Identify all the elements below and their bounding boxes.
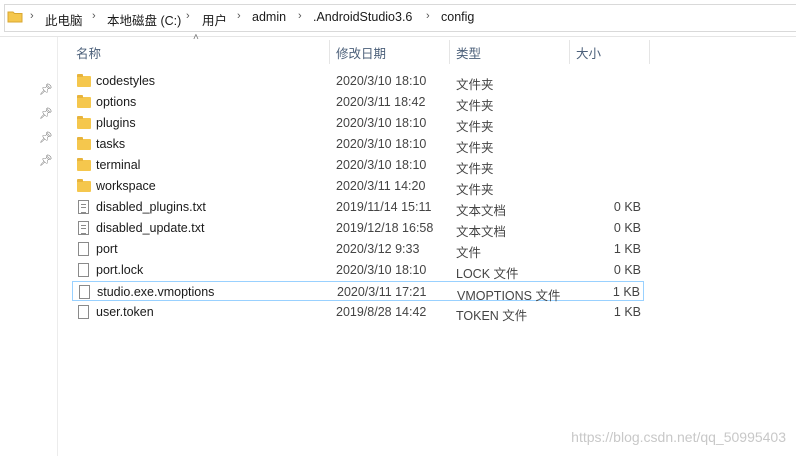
file-name: plugins (96, 116, 136, 130)
column-divider[interactable] (649, 40, 650, 64)
file-name: workspace (96, 179, 156, 193)
column-header-name[interactable]: 名称 (76, 43, 101, 62)
chevron-right-icon[interactable]: › (426, 10, 430, 22)
column-divider[interactable] (569, 40, 570, 64)
file-name: port.lock (96, 263, 144, 277)
file-name: user.token (96, 305, 154, 319)
file-type: 文件 (456, 246, 482, 260)
text-file-icon (77, 221, 91, 236)
file-row-user-token[interactable]: user.token 2019/8/28 14:42 TOKEN 文件 1 KB (72, 302, 644, 323)
file-size: 1 KB (613, 242, 641, 256)
file-date: 2020/3/10 18:10 (336, 158, 427, 172)
file-date: 2020/3/10 18:10 (336, 74, 427, 88)
pin-icon[interactable]: 📌︎ (39, 154, 53, 167)
file-type: 文件夹 (456, 162, 494, 176)
column-header-date[interactable]: 修改日期 (336, 43, 386, 62)
file-size: 0 KB (613, 221, 641, 235)
file-name: disabled_plugins.txt (96, 200, 206, 214)
navigation-pane[interactable]: 📌︎ 📌︎ 📌︎ 📌︎ (0, 37, 58, 456)
breadcrumb-item-drive[interactable]: 本地磁盘 (C:) (107, 10, 181, 29)
file-name: tasks (96, 137, 126, 151)
folder-icon (77, 74, 91, 89)
breadcrumb-item-admin[interactable]: admin (252, 10, 286, 24)
file-size: 0 KB (613, 200, 641, 214)
column-divider[interactable] (329, 40, 330, 64)
file-name: disabled_update.txt (96, 221, 205, 235)
file-name: terminal (96, 158, 141, 172)
folder-icon (77, 137, 91, 152)
file-row-disabled-update[interactable]: disabled_update.txt 2019/12/18 16:58 文本文… (72, 218, 644, 239)
file-row-plugins[interactable]: plugins 2020/3/10 18:10 文件夹 (72, 113, 644, 134)
breadcrumb-item-androidstudio[interactable]: .AndroidStudio3.6 (313, 10, 412, 24)
file-icon (77, 305, 91, 320)
chevron-right-icon[interactable]: › (298, 10, 302, 22)
file-type: 文件夹 (456, 120, 494, 134)
chevron-right-icon[interactable]: › (30, 10, 34, 22)
file-type: 文本文档 (456, 204, 507, 218)
file-date: 2020/3/10 18:10 (336, 263, 427, 277)
folder-icon (77, 95, 91, 110)
column-header-type[interactable]: 类型 (456, 43, 481, 62)
breadcrumb-item-config[interactable]: config (441, 10, 474, 24)
file-date: 2020/3/11 14:20 (336, 179, 426, 193)
breadcrumb-item-pc[interactable]: 此电脑 (45, 10, 83, 29)
file-type: 文件夹 (456, 141, 494, 155)
file-date: 2020/3/12 9:33 (336, 242, 420, 256)
pin-icon[interactable]: 📌︎ (39, 131, 53, 144)
file-name: port (96, 242, 118, 256)
folder-icon (77, 116, 91, 131)
file-type: 文本文档 (456, 225, 507, 239)
watermark-url: https://blog.csdn.net/qq_50995403 (571, 429, 786, 445)
file-date: 2020/3/11 18:42 (336, 95, 426, 109)
pin-icon[interactable]: 📌︎ (39, 83, 53, 96)
file-row-options[interactable]: options 2020/3/11 18:42 文件夹 (72, 92, 644, 113)
text-file-icon (77, 200, 91, 215)
file-type: TOKEN 文件 (456, 309, 528, 323)
pin-icon[interactable]: 📌︎ (39, 107, 53, 120)
file-date: 2019/8/28 14:42 (336, 305, 427, 319)
file-date: 2019/12/18 16:58 (336, 221, 434, 235)
file-type: 文件夹 (456, 183, 494, 197)
folder-icon (77, 179, 91, 194)
file-type: 文件夹 (456, 78, 494, 92)
file-date: 2020/3/10 18:10 (336, 137, 427, 151)
file-type: 文件夹 (456, 99, 494, 113)
file-row-port-lock[interactable]: port.lock 2020/3/10 18:10 LOCK 文件 0 KB (72, 260, 644, 281)
breadcrumb-item-users[interactable]: 用户 (202, 10, 227, 29)
file-size: 0 KB (613, 263, 641, 277)
file-row-tasks[interactable]: tasks 2020/3/10 18:10 文件夹 (72, 134, 644, 155)
file-name: options (96, 95, 137, 109)
sort-ascending-icon: ˄ (193, 32, 199, 43)
file-row-workspace[interactable]: workspace 2020/3/11 14:20 文件夹 (72, 176, 644, 197)
file-name: studio.exe.vmoptions (97, 285, 215, 299)
file-icon (77, 242, 91, 257)
file-row-studio-vmoptions[interactable]: studio.exe.vmoptions 2020/3/11 17:21 VMO… (72, 281, 644, 303)
folder-icon (77, 158, 91, 173)
file-name: codestyles (96, 74, 156, 88)
file-row-codestyles[interactable]: codestyles 2020/3/10 18:10 文件夹 (72, 71, 644, 92)
file-size: 1 KB (612, 285, 640, 299)
file-size: 1 KB (613, 305, 641, 319)
file-icon (77, 263, 91, 278)
column-header-size[interactable]: 大小 (576, 43, 601, 62)
chevron-right-icon[interactable]: › (237, 10, 241, 22)
file-date: 2020/3/11 17:21 (337, 285, 427, 299)
address-bar[interactable]: › 此电脑 › 本地磁盘 (C:) › 用户 › admin › .Androi… (0, 0, 796, 37)
column-divider[interactable] (449, 40, 450, 64)
chevron-right-icon[interactable]: › (186, 10, 190, 22)
file-type: LOCK 文件 (456, 267, 519, 281)
file-icon (78, 285, 92, 300)
file-date: 2019/11/14 15:11 (336, 200, 432, 214)
file-row-port[interactable]: port 2020/3/12 9:33 文件 1 KB (72, 239, 644, 260)
folder-icon (7, 11, 23, 23)
file-row-terminal[interactable]: terminal 2020/3/10 18:10 文件夹 (72, 155, 644, 176)
file-row-disabled-plugins[interactable]: disabled_plugins.txt 2019/11/14 15:11 文本… (72, 197, 644, 218)
chevron-right-icon[interactable]: › (92, 10, 96, 22)
file-date: 2020/3/10 18:10 (336, 116, 427, 130)
